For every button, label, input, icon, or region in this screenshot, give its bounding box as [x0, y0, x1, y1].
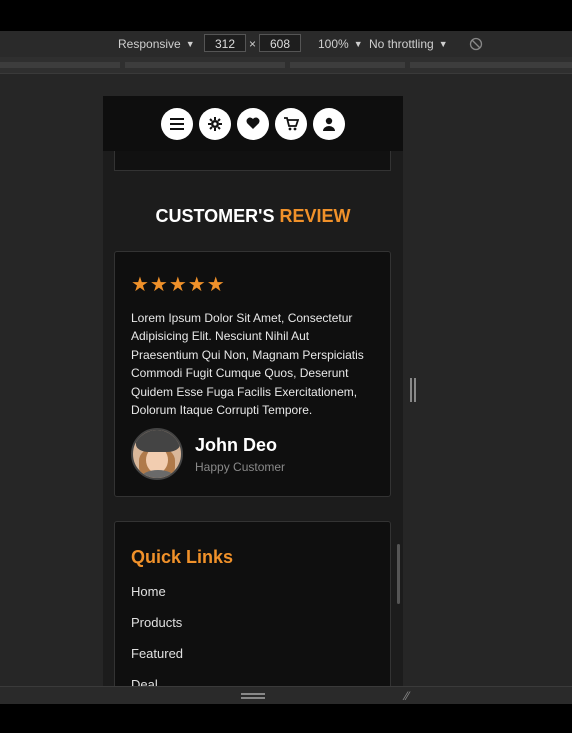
rotate-icon[interactable] — [469, 31, 483, 57]
settings-icon[interactable] — [199, 107, 231, 140]
throttling-label: No throttling — [369, 37, 434, 51]
zoom-label: 100% — [318, 37, 349, 51]
device-mode-label: Responsive — [118, 37, 181, 51]
quick-link-featured[interactable]: Featured — [131, 646, 183, 677]
header-nav — [103, 96, 403, 151]
review-text: Lorem Ipsum Dolor Sit Amet, Consectetur … — [131, 311, 364, 418]
device-mode-dropdown[interactable]: Responsive ▼ — [118, 31, 195, 57]
quick-links-list: Home Products Featured Deal — [131, 584, 183, 686]
page-scrollbar[interactable] — [397, 544, 400, 604]
bottom-resize-strip: ⁄⁄ — [0, 686, 572, 704]
heart-icon[interactable] — [237, 107, 269, 140]
resize-handle-bottom[interactable] — [241, 693, 265, 699]
quick-link-home[interactable]: Home — [131, 584, 183, 615]
dimension-times: × — [249, 37, 257, 51]
height-input[interactable]: 608 — [259, 34, 301, 52]
zoom-dropdown[interactable]: 100% ▼ — [318, 31, 363, 57]
reviewer: John Deo Happy Customer — [131, 428, 285, 480]
cart-icon[interactable] — [275, 107, 307, 140]
quick-links-card: Quick Links Home Products Featured Deal — [114, 521, 391, 686]
emulated-page: CUSTOMER'S REVIEW ★★★★★ Lorem Ipsum Dolo… — [103, 96, 403, 686]
star-rating-icon: ★★★★★ — [131, 274, 226, 296]
quick-link-deal[interactable]: Deal — [131, 677, 183, 686]
review-card: ★★★★★ Lorem Ipsum Dolor Sit Amet, Consec… — [114, 251, 391, 497]
media-query-ruler — [0, 57, 572, 74]
resize-handle-right[interactable] — [410, 378, 416, 402]
reviewer-name: John Deo — [195, 434, 278, 455]
avatar — [131, 428, 183, 480]
chevron-down-icon: ▼ — [438, 39, 448, 49]
resize-corner-icon[interactable]: ⁄⁄ — [405, 689, 409, 703]
reviewer-role: Happy Customer — [195, 459, 286, 474]
chevron-down-icon: ▼ — [353, 39, 363, 49]
user-icon[interactable] — [313, 107, 345, 140]
chevron-down-icon: ▼ — [185, 39, 195, 49]
width-input[interactable]: 312 — [204, 34, 246, 52]
quick-link-products[interactable]: Products — [131, 615, 183, 646]
reviews-heading: CUSTOMER'S REVIEW — [103, 206, 403, 227]
menu-icon[interactable] — [161, 107, 193, 140]
previous-card-edge — [114, 151, 391, 171]
reviews-heading-accent: REVIEW — [279, 206, 351, 226]
quick-links-title: Quick Links — [131, 547, 234, 567]
throttling-dropdown[interactable]: No throttling ▼ — [369, 31, 448, 57]
device-toolbar: Responsive ▼ 312 × 608 100% ▼ No throttl… — [0, 31, 572, 57]
reviews-heading-main: CUSTOMER'S — [155, 206, 280, 226]
